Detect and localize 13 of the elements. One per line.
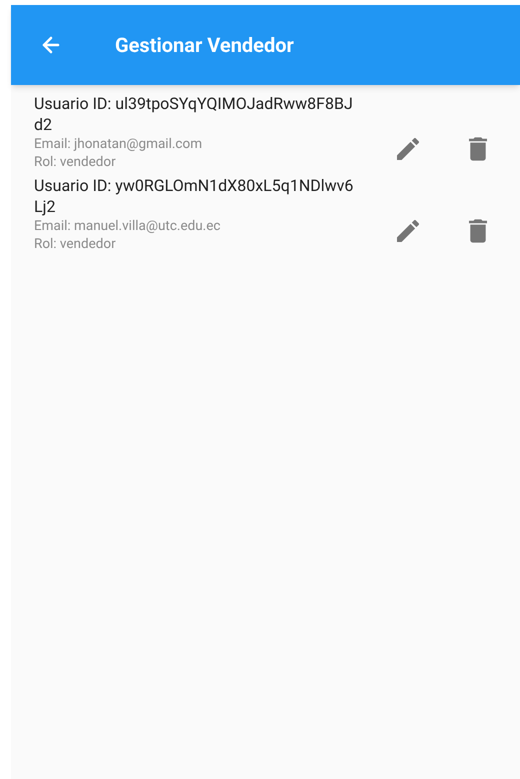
app-bar-title: Gestionar Vendedor — [115, 32, 294, 59]
user-id-text: Usuario ID: yw0RGLOmN1dX80xL5q1NDlwv6Lj2 — [34, 175, 354, 217]
user-list-item[interactable]: Usuario ID: ul39tpoSYqYQIMOJadRww8F8BJd2 Email: jhonatan@gmail.com Rol: vendedor — [11, 91, 520, 173]
role-text: Rol: vendedor — [34, 153, 117, 171]
trash-icon — [469, 137, 487, 161]
pencil-icon — [397, 138, 419, 160]
role-text: Rol: vendedor — [34, 235, 117, 253]
pencil-icon — [397, 220, 419, 242]
user-list-item[interactable]: Usuario ID: yw0RGLOmN1dX80xL5q1NDlwv6Lj2 Email: manuel.villa@utc.edu.ec Rol: vendedor — [11, 173, 520, 255]
email-text: Email: jhonatan@gmail.com — [34, 135, 204, 153]
user-id-text: Usuario ID: ul39tpoSYqYQIMOJadRww8F8BJd2 — [34, 93, 354, 135]
trash-icon — [469, 219, 487, 243]
email-text: Email: manuel.villa@utc.edu.ec — [34, 217, 222, 235]
